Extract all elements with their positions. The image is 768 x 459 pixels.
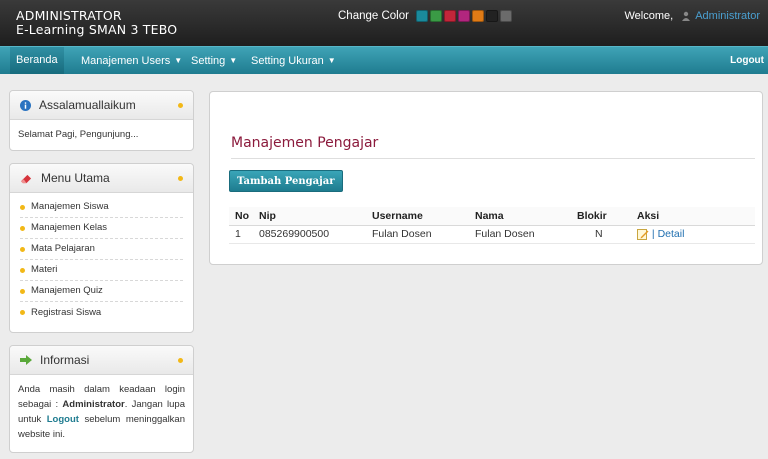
bullet-icon <box>20 288 25 294</box>
info-icon <box>20 99 31 111</box>
greeting-box: Assalamuallaikum Selamat Pagi, Pengunjun… <box>9 90 194 151</box>
cell-nama: Fulan Dosen <box>469 225 571 244</box>
info-line: sebelum meninggalkan website ini. <box>18 414 185 440</box>
page-title: Manajemen Pengajar <box>231 135 379 151</box>
role-label: ADMINISTRATOR <box>16 8 122 23</box>
color-swatch-black[interactable] <box>485 10 498 22</box>
site-name: E-Learning SMAN 3 TEBO <box>16 22 178 37</box>
menu-item-label: Mata Pelajaran <box>31 243 95 254</box>
chevron-down-icon: ▼ <box>327 56 336 65</box>
divider <box>231 158 755 159</box>
teacher-table: No Nip Username Nama Blokir Aksi 1 08526… <box>229 207 755 244</box>
color-swatch-magenta[interactable] <box>457 10 470 22</box>
chevron-down-icon: ▼ <box>229 56 238 65</box>
user-icon <box>682 11 691 21</box>
detail-link[interactable]: | Detail <box>652 228 685 240</box>
column-header-nama: Nama <box>469 207 571 226</box>
cell-aksi: | Detail <box>637 225 755 244</box>
main-menu-list: Manajemen Siswa Manajemen Kelas Mata Pel… <box>10 193 193 327</box>
bullet-icon <box>20 246 25 252</box>
collapse-dot-icon[interactable] <box>178 103 183 108</box>
eraser-icon <box>21 174 32 183</box>
welcome-area: Welcome, Administrator <box>625 10 761 22</box>
top-header: ADMINISTRATOR E-Learning SMAN 3 TEBO Cha… <box>0 0 768 46</box>
username-link[interactable]: Administrator <box>695 10 760 22</box>
brand: ADMINISTRATOR E-Learning SMAN 3 TEBO <box>16 9 177 37</box>
menu-item-label: Manajemen Siswa <box>31 201 109 212</box>
menu-item-mata-pelajaran[interactable]: Mata Pelajaran <box>20 239 183 260</box>
greeting-text: Selamat Pagi, Pengunjung... <box>18 129 139 140</box>
info-box-title: Informasi <box>40 353 90 367</box>
menu-item-manajemen-siswa[interactable]: Manajemen Siswa <box>20 197 183 218</box>
change-color-label: Change Color <box>338 10 409 22</box>
main-nav: Beranda Manajemen Users ▼ Setting ▼ Settin… <box>0 46 768 74</box>
menu-box: Menu Utama Manajemen Siswa Manajemen Kel… <box>9 163 194 333</box>
nav-item-setting[interactable]: Setting ▼ <box>191 47 237 74</box>
welcome-label: Welcome, <box>624 10 674 22</box>
menu-item-label: Manajemen Kelas <box>31 222 108 233</box>
color-swatch-gray[interactable] <box>499 10 512 22</box>
cell-nip: 085269900500 <box>253 225 366 244</box>
change-color-picker: Change Color <box>338 10 514 22</box>
cell-username: Fulan Dosen <box>366 225 469 244</box>
collapse-dot-icon[interactable] <box>178 176 183 181</box>
nav-item-setting-ukuran[interactable]: Setting Ukuran ▼ <box>251 47 336 74</box>
menu-item-label: Materi <box>31 264 58 275</box>
menu-box-header: Menu Utama <box>10 164 193 193</box>
menu-item-manajemen-kelas[interactable]: Manajemen Kelas <box>20 218 183 239</box>
menu-item-label: Manajemen Quiz <box>31 285 103 296</box>
column-header-blokir: Blokir <box>571 207 637 226</box>
collapse-dot-icon[interactable] <box>178 358 183 363</box>
menu-box-title: Menu Utama <box>41 171 110 185</box>
greeting-box-header: Assalamuallaikum <box>10 91 193 120</box>
info-box-header: Informasi <box>10 346 193 375</box>
menu-item-label: Registrasi Siswa <box>31 306 102 318</box>
nav-item-manajemen-users[interactable]: Manajemen Users ▼ <box>81 47 182 74</box>
info-logout-link[interactable]: Logout <box>47 414 79 425</box>
column-header-aksi: Aksi <box>637 207 755 226</box>
bullet-icon <box>20 310 25 315</box>
table-row: 1 085269900500 Fulan Dosen Fulan Dosen N… <box>229 225 755 244</box>
bullet-icon <box>20 225 25 231</box>
table-header-row: No Nip Username Nama Blokir Aksi <box>229 207 755 226</box>
info-username: Administrator <box>62 399 125 410</box>
bullet-icon <box>20 267 25 273</box>
menu-item-materi[interactable]: Materi <box>20 260 183 281</box>
color-swatch-orange[interactable] <box>471 10 484 22</box>
info-text: Anda masih dalam keadaan login sebagai :… <box>18 384 185 440</box>
add-teacher-button[interactable]: Tambah Pengajar <box>229 170 343 192</box>
color-swatch-green[interactable] <box>429 10 442 22</box>
color-swatch-red[interactable] <box>443 10 456 22</box>
nav-item-label: Manajemen Users <box>81 55 171 67</box>
nav-item-beranda[interactable]: Beranda <box>10 47 64 74</box>
info-box: Informasi Anda masih dalam keadaan login… <box>9 345 194 453</box>
nav-item-label: Setting <box>191 55 226 67</box>
column-header-nip: Nip <box>253 207 366 226</box>
nav-item-label: Beranda <box>16 54 58 66</box>
greeting-box-title: Assalamuallaikum <box>39 98 136 112</box>
bullet-icon <box>20 204 25 210</box>
main-panel: Manajemen Pengajar Tambah Pengajar No Ni… <box>209 91 763 265</box>
arrow-right-icon <box>20 355 32 365</box>
menu-item-manajemen-quiz[interactable]: Manajemen Quiz <box>20 281 183 302</box>
chevron-down-icon: ▼ <box>174 56 183 65</box>
logout-link[interactable]: Logout <box>730 47 764 74</box>
cell-blokir: N <box>571 225 637 244</box>
column-header-username: Username <box>366 207 469 226</box>
column-header-no: No <box>229 207 253 226</box>
menu-item-registrasi-siswa[interactable]: Registrasi Siswa <box>20 302 183 323</box>
color-swatch-teal[interactable] <box>415 10 428 22</box>
cell-no: 1 <box>229 225 253 244</box>
edit-icon[interactable] <box>637 228 649 241</box>
nav-item-label: Setting Ukuran <box>251 55 324 67</box>
